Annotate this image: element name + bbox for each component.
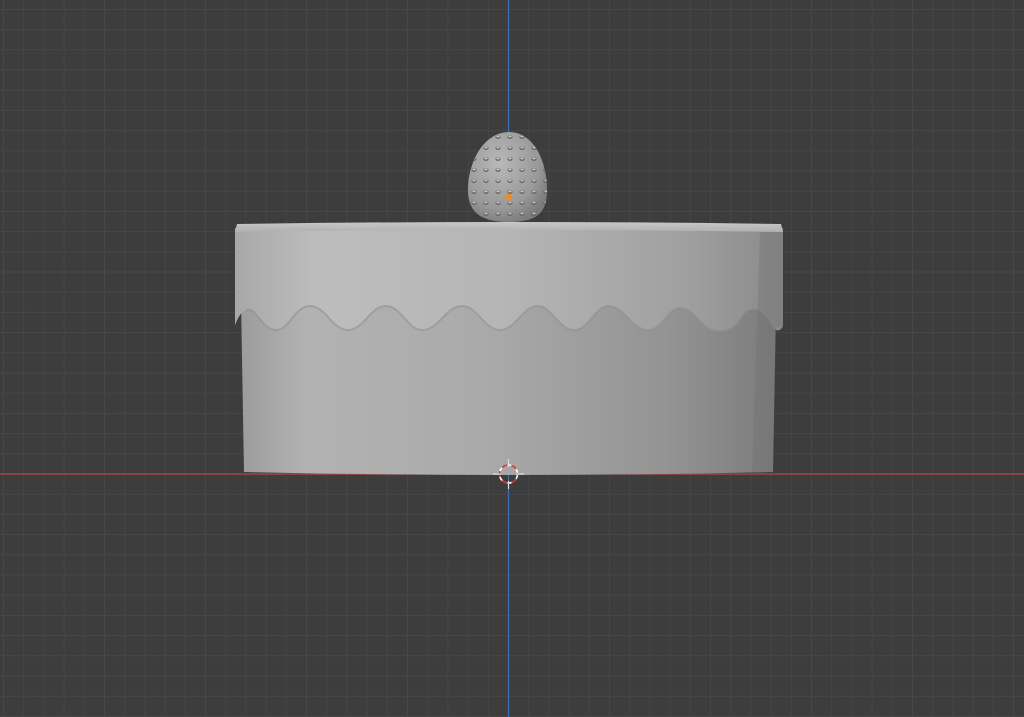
object-origin-dot bbox=[505, 193, 512, 201]
strawberry-seeds bbox=[468, 132, 547, 222]
strawberry-object[interactable] bbox=[466, 130, 550, 224]
viewport-canvas[interactable] bbox=[0, 0, 1024, 717]
3d-viewport[interactable] bbox=[0, 0, 1024, 717]
cake-object[interactable] bbox=[235, 222, 783, 475]
